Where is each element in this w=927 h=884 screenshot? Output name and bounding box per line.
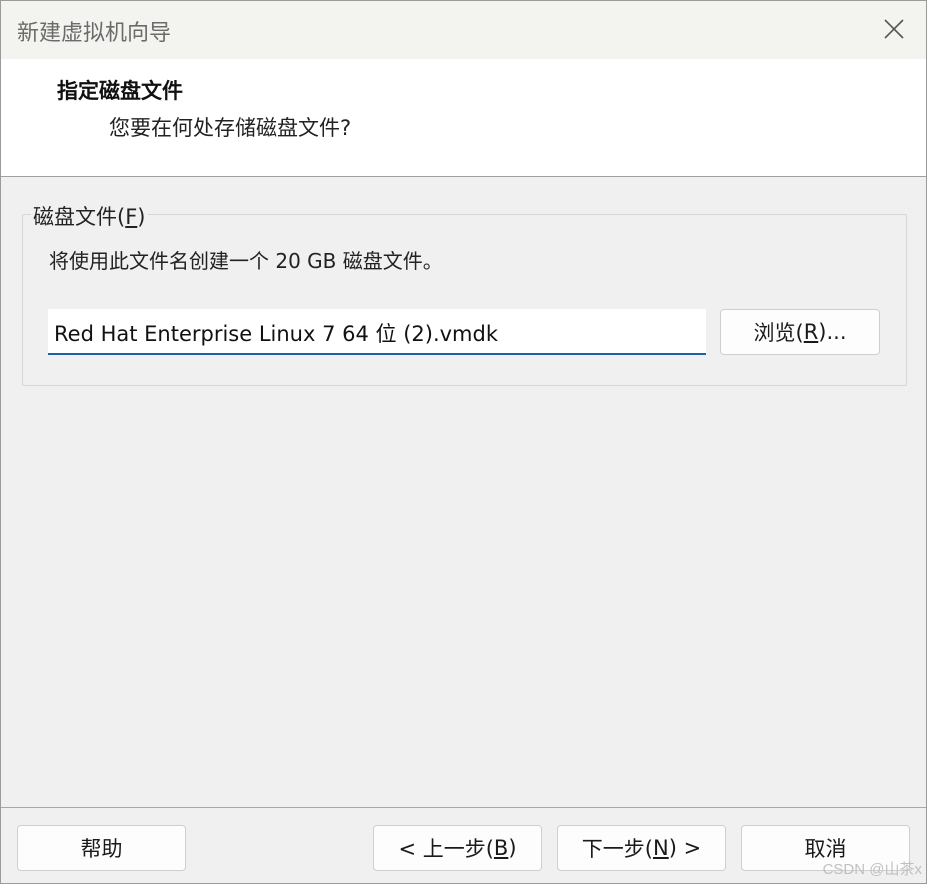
watermark: CSDN @山茶x (822, 861, 922, 878)
disk-file-groupbox (22, 214, 907, 386)
wizard-header: 指定磁盘文件 您要在何处存储磁盘文件? (1, 59, 926, 177)
wizard-window: 新建虚拟机向导 指定磁盘文件 您要在何处存储磁盘文件? 磁盘文件(F) 将使用此… (0, 0, 927, 884)
back-button[interactable]: < 上一步(B) (373, 825, 542, 871)
footer-divider (1, 807, 926, 808)
page-subtitle: 您要在何处存储磁盘文件? (109, 116, 352, 140)
browse-button[interactable]: 浏览(R)... (720, 309, 880, 355)
help-button[interactable]: 帮助 (17, 825, 186, 871)
disk-file-name-input[interactable] (48, 309, 706, 355)
disk-file-description: 将使用此文件名创建一个 20 GB 磁盘文件。 (49, 249, 443, 273)
disk-file-group-label: 磁盘文件(F) (31, 201, 148, 231)
close-button[interactable] (876, 11, 912, 47)
close-icon (884, 19, 904, 39)
title-bar: 新建虚拟机向导 (1, 1, 926, 59)
window-title: 新建虚拟机向导 (17, 21, 172, 46)
next-button[interactable]: 下一步(N) > (557, 825, 726, 871)
page-title: 指定磁盘文件 (57, 79, 183, 103)
